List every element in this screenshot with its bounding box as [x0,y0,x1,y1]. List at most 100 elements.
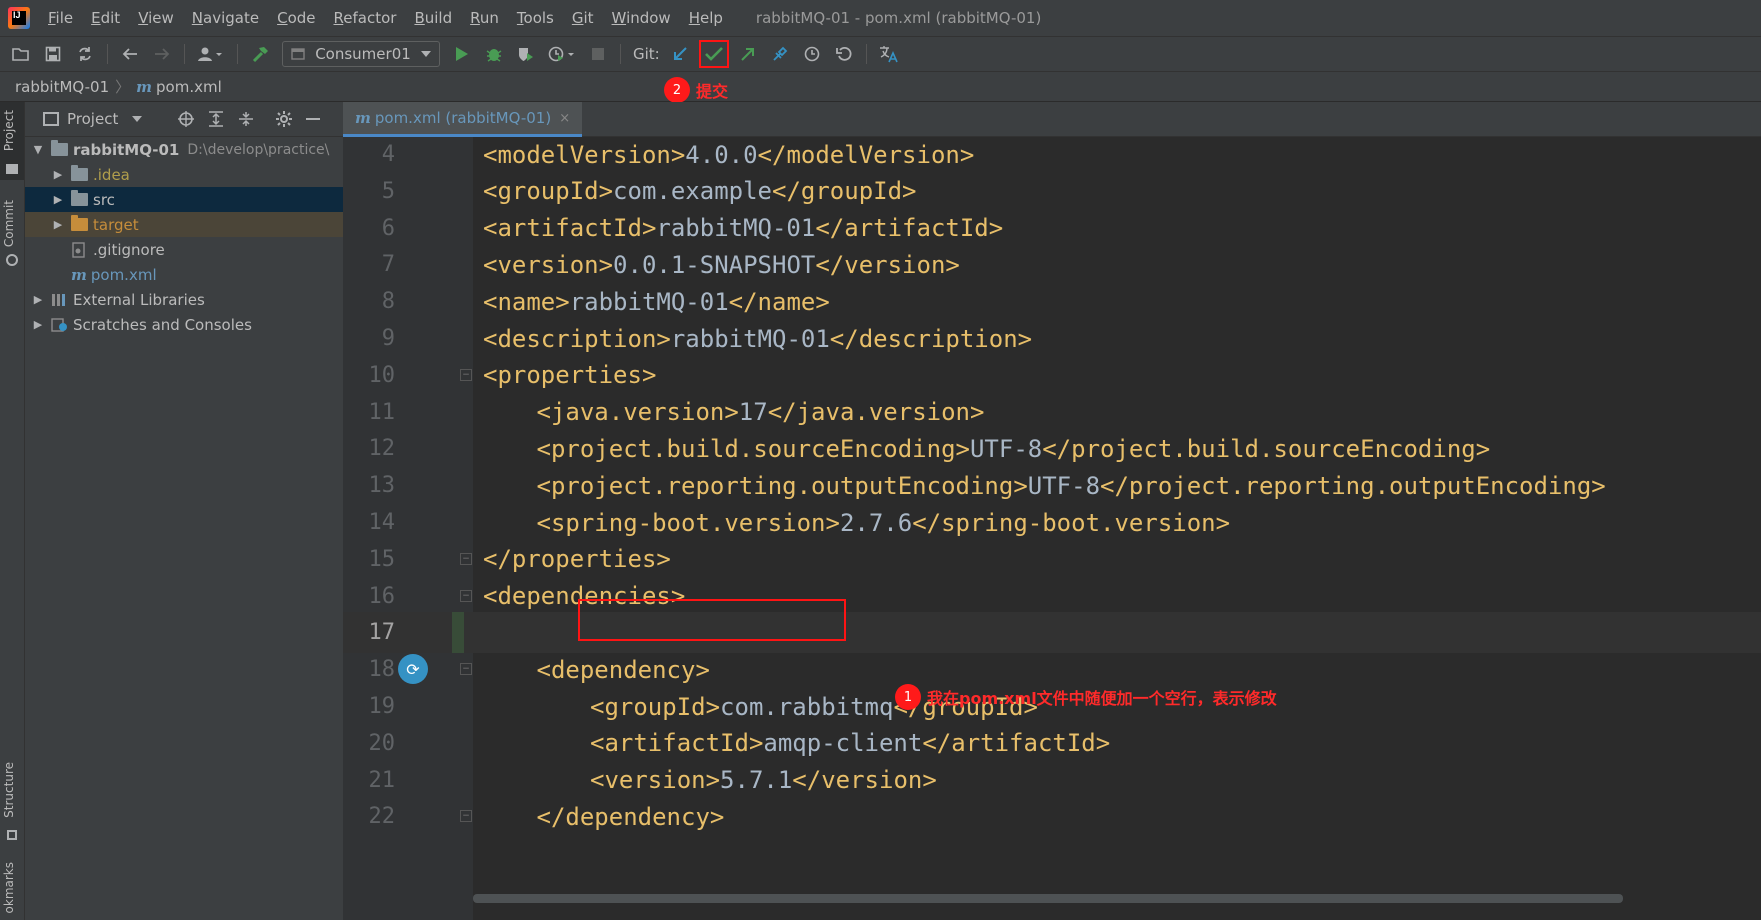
build-hammer-icon[interactable] [247,41,273,67]
dependency-update-icon[interactable]: ⟳ [398,654,428,685]
code-line[interactable]: 8 <name>rabbitMQ-01</name> [343,281,1761,322]
menu-item-build[interactable]: Build [405,9,461,27]
menu-item-file[interactable]: File [39,9,82,27]
code-line[interactable]: 12 <project.build.sourceEncoding>UTF-8</p… [343,428,1761,469]
chevron-right-icon[interactable]: ▶ [31,318,45,331]
menu-item-run[interactable]: Run [461,9,508,27]
menu-item-navigate[interactable]: Navigate [183,9,268,27]
menu-item-window[interactable]: Window [603,9,680,27]
menu-mnemonic: G [571,9,584,27]
code-line[interactable]: 17 [343,612,1761,654]
chevron-right-icon[interactable]: ▶ [51,168,65,181]
structure-side-tab[interactable]: Structure [2,762,16,818]
save-all-icon[interactable] [40,41,66,67]
code-line[interactable]: 16− <dependencies> [343,576,1761,617]
expand-all-icon[interactable] [208,111,224,127]
bookmarks-side-tab[interactable]: okmarks [2,862,16,913]
tree-item-path: D:\develop\practice\ [187,141,330,158]
tree-item-external-libraries[interactable]: ▶ External Libraries [25,287,343,312]
run-with-coverage-icon[interactable] [513,41,539,67]
forward-arrow-icon[interactable] [149,41,175,67]
menu-item-edit[interactable]: Edit [82,9,129,27]
xml-open-tag: </dependency> [536,802,725,831]
code-line[interactable]: 4 <modelVersion>4.0.0</modelVersion> [343,137,1761,175]
code-editor[interactable]: 4 <modelVersion>4.0.0</modelVersion> 5 <gro… [343,137,1761,920]
code-line[interactable]: 15 − </properties> [343,539,1761,580]
chevron-right-icon[interactable]: ▶ [51,193,65,206]
hide-panel-icon[interactable] [306,117,321,121]
user-dropdown-icon[interactable] [194,41,228,67]
chevron-down-icon[interactable]: ▼ [31,143,45,156]
project-panel-title[interactable]: Project [67,110,118,128]
menu-item-help[interactable]: Help [680,9,732,27]
vcs-change-marker[interactable] [452,612,464,654]
close-icon[interactable]: × [559,111,570,126]
git-history-clock-icon[interactable] [799,41,825,67]
profile-dropdown-icon[interactable] [545,41,579,67]
tree-item-src[interactable]: ▶ src [25,187,343,212]
breadcrumb-project[interactable]: rabbitMQ-01 [15,78,109,96]
git-update-icon[interactable] [667,41,693,67]
menu-item-refactor[interactable]: Refactor [325,9,406,27]
collapse-all-icon[interactable] [238,111,254,127]
horizontal-scrollbar[interactable] [473,894,1623,903]
tree-item-target[interactable]: ▶ target [25,212,343,237]
tree-item-scratches[interactable]: ▶ Scratches and Consoles [25,312,343,337]
breadcrumb-file[interactable]: pom.xml [156,78,222,96]
tree-item-gitignore[interactable]: .gitignore [25,237,343,262]
translate-icon[interactable] [876,41,902,67]
git-rollback-icon[interactable] [831,41,857,67]
line-number: 8 [381,289,395,315]
code-line[interactable]: 6 <artifactId>rabbitMQ-01</artifactId> [343,208,1761,249]
tab-pom-xml[interactable]: m pom.xml (rabbitMQ-01) × [343,102,583,137]
chevron-right-icon[interactable]: ▶ [51,218,65,231]
annotation-text: 我在pom.xml文件中随便加一个空行，表示修改 [927,689,1277,708]
code-line[interactable]: 9 <description>rabbitMQ-01</description> [343,318,1761,359]
locate-crosshair-icon[interactable] [178,111,195,127]
commit-side-tab[interactable]: Commit [2,200,16,247]
fold-open-icon[interactable]: − [460,663,472,676]
tree-item-root[interactable]: ▼ rabbitMQ-01 D:\develop\practice\ [25,137,343,162]
git-commit-button[interactable] [698,40,729,68]
run-icon[interactable] [449,41,475,67]
fold-open-icon[interactable]: − [460,368,472,381]
fold-close-icon[interactable]: − [460,552,472,565]
tree-item-pom[interactable]: m pom.xml [25,262,343,287]
xml-text: UTF-8 [969,434,1043,463]
menu-item-tools[interactable]: Tools [508,9,563,27]
tree-item-idea[interactable]: ▶ .idea [25,162,343,187]
xml-open-tag: <artifactId> [483,214,657,243]
code-line[interactable]: 21 <version>5.7.1</version> [343,760,1761,801]
back-arrow-icon[interactable] [117,41,143,67]
code-line[interactable]: 13 <project.reporting.outputEncoding>UTF-… [343,465,1761,506]
git-push-icon[interactable] [735,41,761,67]
code-line[interactable]: 10 − <properties> [343,355,1761,396]
chevron-right-icon[interactable]: ▶ [31,293,45,306]
menu-item-view[interactable]: View [129,9,183,27]
xml-open-tag: <name> [483,287,570,316]
sync-icon[interactable] [72,41,98,67]
project-side-tab[interactable]: Project [2,110,16,151]
open-folder-icon[interactable] [8,41,34,67]
code-line[interactable]: 22 − </dependency> [343,796,1761,837]
menu-mnemonic: C [277,9,288,27]
stop-icon[interactable] [585,41,611,67]
fold-close-icon[interactable]: − [460,810,472,823]
xml-close-tag: </modelVersion> [757,140,975,169]
debug-bug-icon[interactable] [481,41,507,67]
xml-close-tag: </groupId> [772,177,917,206]
menu-item-git[interactable]: Git [563,9,603,27]
code-line[interactable]: 5 <groupId>com.example</groupId> [343,171,1761,212]
fold-open-icon[interactable]: − [460,589,472,602]
run-config-select[interactable]: Consumer01 [282,41,440,67]
code-line[interactable]: 11 <java.version>17</java.version> [343,392,1761,433]
gear-icon[interactable] [276,111,293,127]
line-number: 18 [368,657,396,683]
code-line[interactable]: 20 <artifactId>amqp-client</artifactId> [343,723,1761,764]
code-line[interactable]: 7 <version>0.0.1-SNAPSHOT</version> [343,244,1761,285]
code-text: <version>0.0.1-SNAPSHOT</version> [483,251,960,279]
code-line[interactable]: 14 <spring-boot.version>2.7.6</spring-boo… [343,502,1761,543]
chevron-down-icon[interactable] [132,116,143,122]
menu-item-code[interactable]: Code [268,9,324,27]
git-fetch-icon[interactable] [767,41,793,67]
